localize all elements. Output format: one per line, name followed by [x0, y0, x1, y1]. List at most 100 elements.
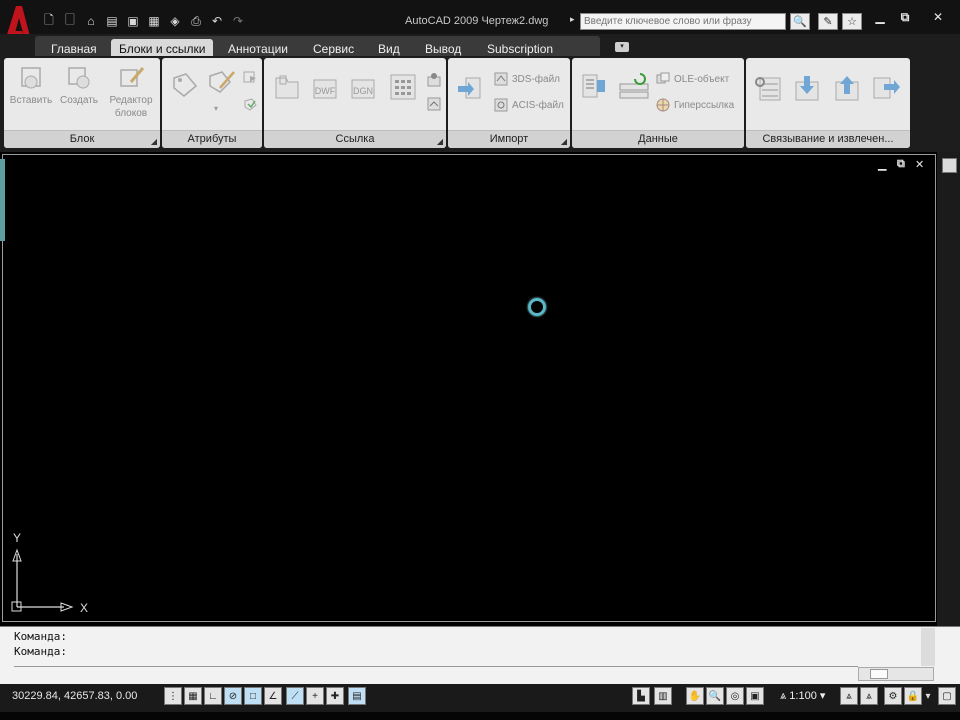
ole-object-button[interactable]: OLE-объект: [656, 72, 729, 86]
panel-launcher-icon[interactable]: ◢: [151, 137, 157, 146]
hyperlink-globe-icon: [656, 98, 670, 112]
sync-attributes-icon[interactable]: [242, 96, 258, 112]
toolbar-toggle-icon[interactable]: [942, 158, 957, 173]
object-snap-tracking-icon[interactable]: ∠: [264, 687, 282, 705]
steering-wheel-icon[interactable]: ◎: [726, 687, 744, 705]
insert-button[interactable]: Вставить: [8, 64, 54, 107]
dynamic-ucs-icon[interactable]: ⟋: [286, 687, 304, 705]
create-block-button[interactable]: Создать: [56, 64, 102, 107]
scrollbar-thumb[interactable]: [870, 669, 888, 679]
block-editor-label-1: Редактор: [109, 95, 153, 106]
clean-screen-icon[interactable]: ▢: [938, 687, 956, 705]
tabs-strip: Главная Блоки и ссылки Аннотации Сервис …: [35, 36, 629, 58]
workspace-settings-icon[interactable]: ⚙: [884, 687, 902, 705]
svg-text:Y: Y: [13, 531, 21, 545]
attach-dwf-icon[interactable]: DWF: [310, 72, 340, 102]
insert-block-icon: [21, 67, 41, 89]
minimize-window-icon[interactable]: ▁: [868, 10, 892, 24]
command-line[interactable]: Команда:: [14, 644, 67, 659]
publish-icon[interactable]: ◈: [166, 13, 184, 29]
new-file-icon[interactable]: 🗋: [40, 13, 58, 29]
auto-scale-icon[interactable]: ⩓: [860, 687, 878, 705]
pan-icon[interactable]: ✋: [686, 687, 704, 705]
panel-title-reference: Ссылка: [264, 130, 446, 148]
panel-launcher-icon[interactable]: ◢: [561, 137, 567, 146]
close-window-icon[interactable]: ✕: [926, 10, 950, 24]
status-menu-chevron-icon[interactable]: ▾: [924, 687, 932, 705]
ribbon-options-icon[interactable]: ▾: [615, 42, 629, 52]
drawing-canvas[interactable]: [2, 154, 936, 622]
annotation-scale[interactable]: ⩓ 1:100 ▾: [780, 689, 825, 703]
grid-display-icon[interactable]: ▦: [184, 687, 202, 705]
acis-label: ACIS-файл: [512, 99, 564, 111]
attach-dgn-icon[interactable]: DGN: [348, 72, 378, 102]
data-link-icon[interactable]: [752, 72, 784, 104]
model-space-icon[interactable]: ▙: [632, 687, 650, 705]
define-attribute-icon[interactable]: [170, 70, 200, 100]
favorites-star-icon[interactable]: ☆: [842, 13, 862, 30]
showmotion-icon[interactable]: ▣: [746, 687, 764, 705]
3ds-label: 3DS-файл: [512, 73, 560, 85]
lineweight-icon[interactable]: ✚: [326, 687, 344, 705]
panel-title-attributes: Атрибуты: [162, 130, 262, 148]
panel-title-data: Данные: [572, 130, 744, 148]
subscription-center-icon[interactable]: ✎: [818, 13, 838, 30]
field-icon[interactable]: [580, 72, 608, 100]
import-3ds-button[interactable]: 3DS-файл: [494, 72, 560, 86]
upload-to-source-icon[interactable]: [830, 72, 862, 104]
panel-import: 3DS-файл ACIS-файл Импорт ◢: [448, 58, 570, 148]
print-icon[interactable]: ⎙: [187, 13, 205, 29]
hyperlink-button[interactable]: Гиперссылка: [656, 98, 734, 112]
drawing-close-icon[interactable]: ✕: [915, 158, 924, 171]
ortho-mode-icon[interactable]: ∟: [204, 687, 222, 705]
layout-space-icon[interactable]: ▥: [654, 687, 672, 705]
search-input[interactable]: [580, 13, 786, 30]
block-editor-button[interactable]: Редактор блоков: [104, 64, 158, 120]
zoom-icon[interactable]: 🔍: [706, 687, 724, 705]
update-fields-icon[interactable]: [618, 70, 652, 104]
new-drawing-icon[interactable]: 🗌: [61, 13, 79, 29]
toolbar-lock-icon[interactable]: 🔒: [904, 687, 922, 705]
manage-attributes-icon[interactable]: [242, 70, 258, 86]
annotation-visibility-icon[interactable]: ⩓: [840, 687, 858, 705]
open-file-icon[interactable]: ▤: [103, 13, 121, 29]
coordinates-readout[interactable]: 30229.84, 42657.83, 0.00: [12, 690, 137, 702]
save-as-icon[interactable]: ▦: [145, 13, 163, 29]
ole-object-icon: [656, 72, 670, 84]
chevron-down-icon: ▾: [819, 690, 826, 702]
panel-reference: DWF DGN Ссылка ◢: [264, 58, 446, 148]
adjust-icon[interactable]: [426, 96, 442, 112]
attach-xref-icon[interactable]: [272, 72, 302, 102]
edit-attribute-icon[interactable]: [206, 68, 236, 98]
object-snap-icon[interactable]: □: [244, 687, 262, 705]
dynamic-input-icon[interactable]: +: [306, 687, 324, 705]
import-acis-button[interactable]: ACIS-файл: [494, 98, 564, 112]
snap-mode-icon[interactable]: ⋮: [164, 687, 182, 705]
dgn-text: DGN: [353, 86, 373, 96]
extract-data-icon[interactable]: [870, 72, 902, 104]
command-window[interactable]: Команда: Команда:: [0, 626, 960, 684]
redo-icon[interactable]: ↷: [229, 13, 247, 29]
save-icon[interactable]: ▣: [124, 13, 142, 29]
open-folder-icon[interactable]: ⌂: [82, 13, 100, 29]
import-icon[interactable]: [456, 74, 484, 102]
attribute-dropdown-icon[interactable]: ▾: [214, 104, 218, 113]
attach-image-icon[interactable]: [388, 72, 418, 102]
command-vertical-scrollbar[interactable]: [921, 628, 935, 666]
polar-tracking-icon[interactable]: ⊘: [224, 687, 242, 705]
palette-handle[interactable]: [0, 159, 5, 241]
quick-properties-icon[interactable]: ▤: [348, 687, 366, 705]
ribbon: Вставить Создать Редактор блоков Блок ◢ …: [0, 56, 960, 152]
drawing-restore-icon[interactable]: ⧉: [897, 158, 905, 171]
download-from-source-icon[interactable]: [790, 72, 822, 104]
annotation-scale-value: 1:100: [789, 690, 817, 702]
title-bar: 🗋 🗌 ⌂ ▤ ▣ ▦ ◈ ⎙ ↶ ↷ AutoCAD 2009 Чертеж2…: [0, 0, 960, 50]
search-icon[interactable]: 🔍: [790, 13, 810, 30]
clip-icon[interactable]: [426, 72, 442, 88]
restore-window-icon[interactable]: ⧉: [893, 10, 917, 25]
panel-launcher-icon[interactable]: ◢: [437, 137, 443, 146]
drawing-minimize-icon[interactable]: ▁: [878, 158, 886, 171]
insert-label: Вставить: [9, 95, 53, 106]
undo-icon[interactable]: ↶: [208, 13, 226, 29]
search-expand-icon[interactable]: ▸: [570, 14, 575, 25]
